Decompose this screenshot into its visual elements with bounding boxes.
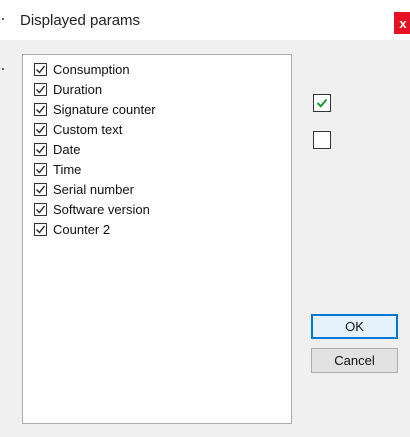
select-all-checkbox[interactable]	[313, 94, 331, 112]
param-item-duration[interactable]: Duration	[34, 79, 102, 99]
check-icon	[36, 225, 46, 234]
param-label: Custom text	[53, 121, 123, 137]
title-bar[interactable]: Displayed params x	[0, 0, 410, 40]
param-item-signature-counter[interactable]: Signature counter	[34, 99, 156, 119]
check-icon	[36, 205, 46, 214]
check-icon	[36, 85, 46, 94]
window-edge-mark	[2, 18, 4, 20]
param-item-time[interactable]: Time	[34, 159, 81, 179]
check-icon	[36, 165, 46, 174]
checkbox[interactable]	[34, 122, 47, 136]
close-button[interactable]: x	[394, 12, 410, 34]
param-label: Signature counter	[53, 101, 156, 117]
checkbox[interactable]	[34, 222, 47, 236]
displayed-params-dialog: Displayed params x Consumption Duration …	[0, 0, 410, 437]
param-label: Serial number	[53, 181, 134, 197]
checkbox[interactable]	[34, 142, 47, 156]
checkbox[interactable]	[34, 162, 47, 176]
checkbox[interactable]	[34, 102, 47, 116]
param-label: Duration	[53, 81, 103, 97]
param-item-serial-number[interactable]: Serial number	[34, 179, 134, 199]
cancel-button[interactable]: Cancel	[311, 348, 398, 373]
param-item-counter-2[interactable]: Counter 2	[34, 219, 110, 239]
param-label: Counter 2	[53, 221, 111, 237]
close-icon: x	[399, 15, 407, 31]
window-edge-mark	[2, 68, 4, 70]
select-none-checkbox[interactable]	[313, 131, 331, 149]
checkbox[interactable]	[34, 182, 47, 196]
check-icon	[36, 185, 46, 194]
param-item-custom-text[interactable]: Custom text	[34, 119, 122, 139]
dialog-title: Displayed params	[20, 12, 141, 29]
check-icon	[36, 125, 46, 134]
check-icon	[36, 145, 46, 154]
param-item-date[interactable]: Date	[34, 139, 80, 159]
check-icon	[36, 105, 46, 114]
param-label: Date	[53, 141, 81, 157]
ok-button[interactable]: OK	[311, 314, 398, 339]
param-item-consumption[interactable]: Consumption	[34, 59, 130, 79]
check-icon	[36, 65, 46, 74]
checkbox[interactable]	[34, 82, 47, 96]
param-label: Consumption	[53, 61, 130, 77]
checkbox[interactable]	[34, 202, 47, 216]
green-check-icon	[316, 98, 328, 108]
param-item-software-version[interactable]: Software version	[34, 199, 150, 219]
params-checklist[interactable]: Consumption Duration Signature counter C…	[22, 54, 292, 424]
param-label: Time	[53, 161, 82, 177]
param-label: Software version	[53, 201, 150, 217]
checkbox[interactable]	[34, 62, 47, 76]
